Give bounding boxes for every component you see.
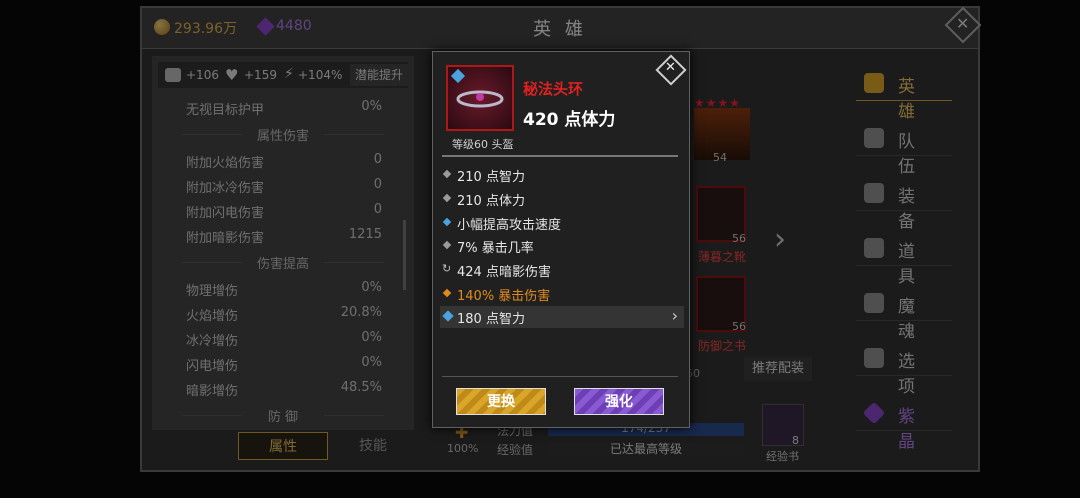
exp-book-label: 经验书 — [766, 450, 799, 463]
crystal-icon — [862, 401, 886, 425]
nav-options[interactable]: 选 项 — [856, 341, 952, 397]
stat-row: 附加暗影伤害 1215 — [186, 227, 382, 246]
nav-equipment[interactable]: 装 备 — [856, 176, 952, 232]
helmet-icon — [864, 183, 884, 203]
section-header-damage: 属性伤害 — [172, 125, 394, 144]
affix-line: 140% 暴击伤害 — [440, 283, 684, 305]
bag-icon — [864, 238, 884, 258]
arm-icon — [165, 68, 181, 82]
stat-row: 冰冷增伤 0% — [186, 330, 382, 349]
stat-row: 火焰增伤 20.8% — [186, 305, 382, 324]
book-name: 防御之书 — [698, 339, 747, 353]
item-level-slot: 等级60 头盔 — [452, 138, 514, 151]
stat-row: 物理增伤 0% — [186, 280, 382, 299]
nav-team[interactable]: 队 伍 — [856, 121, 952, 177]
close-icon: ✕ — [956, 14, 970, 33]
replace-button[interactable]: 更换 — [456, 388, 546, 415]
percent-label: 100% — [447, 442, 479, 455]
page-title: 英 雄 — [533, 19, 587, 40]
heroes-icon — [864, 73, 884, 93]
affix-line: 210 点智力 — [440, 164, 684, 186]
section-header-boost: 伤害提高 — [172, 253, 394, 272]
boots-level: 56 — [732, 232, 746, 245]
chevron-right-icon: › — [671, 306, 678, 325]
stat-row: 附加冰冷伤害 0 — [186, 177, 382, 196]
boots-name: 薄暮之靴 — [698, 250, 747, 264]
divider — [442, 155, 678, 157]
section-header-defense: 防 御 — [172, 406, 394, 425]
exp-book-count: 8 — [792, 434, 799, 447]
flag-icon — [864, 128, 884, 148]
tab-attributes[interactable]: 属性 — [238, 432, 328, 460]
affix-line: 小幅提高攻击速度 — [440, 212, 684, 234]
divider — [442, 376, 678, 377]
recommend-button[interactable]: 推荐配装 — [744, 357, 812, 381]
gear-icon — [864, 348, 884, 368]
stat-row: 无视目标护甲 0% — [186, 99, 382, 118]
book-level: 56 — [732, 320, 746, 333]
speed-bonus: +104% — [298, 68, 343, 82]
heart-icon: ♥ — [225, 66, 239, 84]
hero-level: 54 — [713, 151, 727, 164]
item-main-stat: 420 点体力 — [523, 110, 616, 130]
item-name: 秘法头环 — [523, 80, 584, 98]
exp-value: 已达最高等级 — [609, 442, 682, 456]
nav-souls[interactable]: 魔 魂 — [856, 286, 952, 342]
stat-row: 附加闪电伤害 0 — [186, 202, 382, 221]
close-icon: ✕ — [665, 60, 676, 75]
gold-coin-icon — [154, 19, 170, 35]
enhance-button[interactable]: 强化 — [574, 388, 664, 415]
nav-items[interactable]: 道 具 — [856, 231, 952, 287]
stat-row: 闪电增伤 0% — [186, 355, 382, 374]
exp-label: 经验值 — [497, 443, 534, 457]
gem-amount: 4480 — [276, 18, 312, 34]
attack-bonus: +106 — [186, 68, 219, 82]
stat-row: 附加火焰伤害 0 — [186, 152, 382, 171]
health-bonus: +159 — [244, 68, 277, 82]
affix-line: 7% 暴击几率 — [440, 235, 684, 257]
reroll-icon: ↻ — [442, 262, 452, 275]
lightning-icon: ⚡ — [284, 66, 294, 82]
flame-icon — [864, 293, 884, 313]
affix-line: 210 点体力 — [440, 188, 684, 210]
socket-line[interactable]: 180 点智力 › — [440, 306, 684, 328]
stat-row: 暗影增伤 48.5% — [186, 380, 382, 399]
tab-skills[interactable]: 技能 — [328, 432, 418, 460]
plus-icon: ✚ — [455, 423, 469, 442]
gold-amount: 293.96万 — [174, 21, 237, 37]
chevron-right-icon[interactable]: › — [774, 222, 786, 257]
nav-heroes[interactable]: 英 雄 — [856, 66, 952, 122]
stats-scrollbar[interactable] — [403, 220, 406, 290]
potential-upgrade-button[interactable]: 潜能提升 — [350, 64, 408, 86]
nav-amethyst[interactable]: 紫 晶 — [856, 396, 952, 452]
affix-line: ↻ 424 点暗影伤害 — [442, 262, 551, 280]
